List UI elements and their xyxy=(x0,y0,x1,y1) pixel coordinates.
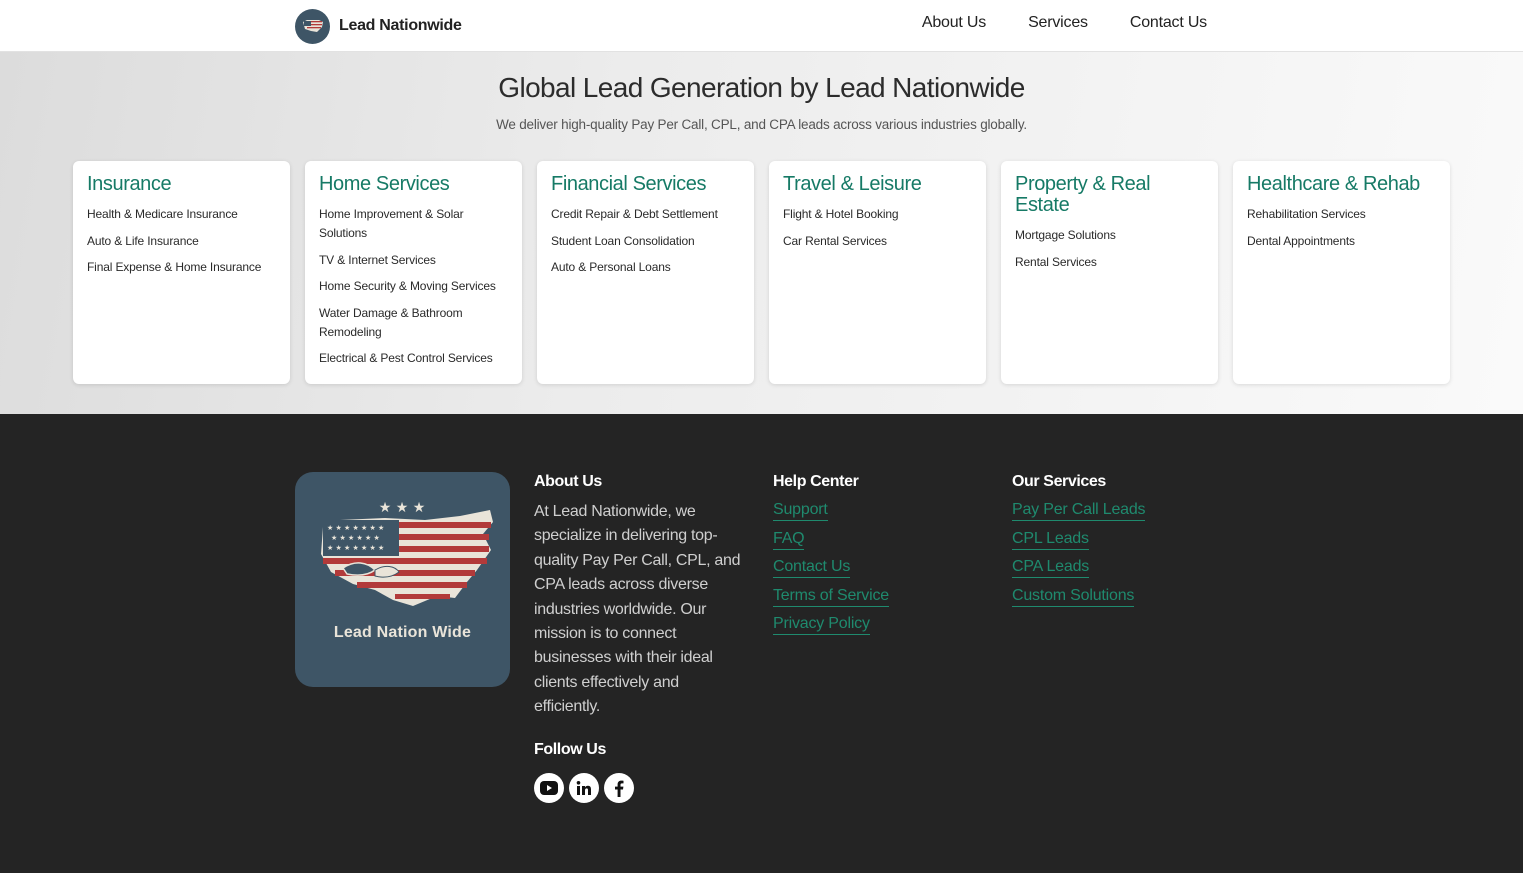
footer-logo-text: Lead Nation Wide xyxy=(333,624,472,641)
footer-link-pay-per-call[interactable]: Pay Per Call Leads xyxy=(1012,500,1146,521)
footer-help-heading: Help Center xyxy=(773,473,859,490)
footer-link-cpa-leads[interactable]: CPA Leads xyxy=(1012,557,1089,578)
card-item: Rental Services xyxy=(1015,254,1097,269)
hero-title: Global Lead Generation by Lead Nationwid… xyxy=(498,72,1025,103)
card-item: Health & Medicare Insurance xyxy=(87,207,238,221)
footer-link-privacy[interactable]: Privacy Policy xyxy=(773,614,870,635)
card-item: Mortgage Solutions xyxy=(1015,228,1116,242)
card-title: Property & Real Estate xyxy=(1015,173,1151,216)
card-item: Auto & Life Insurance xyxy=(87,233,199,248)
footer-link-support[interactable]: Support xyxy=(773,500,828,521)
hero-subtitle: We deliver high-quality Pay Per Call, CP… xyxy=(496,117,1027,132)
card-insurance: Insurance Health & Medicare Insurance Au… xyxy=(73,161,290,384)
brand-name[interactable]: Lead Nationwide xyxy=(339,17,462,35)
footer-link-terms[interactable]: Terms of Service xyxy=(773,586,889,607)
card-item: Credit Repair & Debt Settlement xyxy=(551,207,718,221)
svg-text:★ ★ ★: ★ ★ ★ xyxy=(379,500,426,516)
footer-link-custom-solutions[interactable]: Custom Solutions xyxy=(1012,586,1134,607)
card-item: Student Loan Consolidation xyxy=(551,233,695,248)
card-item: Dental Appointments xyxy=(1247,233,1355,248)
card-financial-services: Financial Services Credit Repair & Debt … xyxy=(537,161,754,384)
nav-services[interactable]: Services xyxy=(1028,14,1088,32)
site-header: Lead Nationwide About Us Services Contac… xyxy=(0,0,1523,52)
nav-about-us[interactable]: About Us xyxy=(922,14,986,32)
card-title: Financial Services xyxy=(551,173,707,195)
card-title: Healthcare & Rehab xyxy=(1247,173,1420,195)
footer-about-heading: About Us xyxy=(534,473,602,490)
footer-help-center: Help Center Support FAQ Contact Us Terms… xyxy=(773,472,889,643)
linkedin-icon[interactable] xyxy=(569,773,599,803)
brand[interactable]: Lead Nationwide xyxy=(295,8,462,44)
site-footer: ★ ★ ★ ★ ★ ★ ★ ★ ★ ★ ★ ★ ★ ★ ★ ★ ★ ★ ★ ★ … xyxy=(0,414,1523,873)
card-item: Electrical & Pest Control Services xyxy=(319,351,493,365)
footer-about-text: At Lead Nationwide, we specialize in del… xyxy=(534,503,741,716)
footer-about: About Us At Lead Nationwide, we speciali… xyxy=(534,472,744,720)
youtube-icon[interactable] xyxy=(534,773,564,803)
footer-link-cpl-leads[interactable]: CPL Leads xyxy=(1012,529,1089,550)
card-item: Flight & Hotel Booking xyxy=(783,207,899,221)
card-healthcare-rehab: Healthcare & Rehab Rehabilitation Servic… xyxy=(1233,161,1450,384)
card-item: Final Expense & Home Insurance xyxy=(87,260,262,274)
card-property-real-estate: Property & Real Estate Mortgage Solution… xyxy=(1001,161,1218,384)
card-home-services: Home Services Home Improvement & Solar S… xyxy=(305,161,522,384)
footer-our-services: Our Services Pay Per Call Leads CPL Lead… xyxy=(1012,472,1146,614)
card-title: Travel & Leisure xyxy=(783,173,922,195)
hero-section: Global Lead Generation by Lead Nationwid… xyxy=(0,52,1523,414)
card-item: Water Damage & Bathroom Remodeling xyxy=(319,305,463,339)
svg-text:★ ★ ★ ★ ★ ★ ★: ★ ★ ★ ★ ★ ★ ★ xyxy=(327,544,384,552)
footer-logo: ★ ★ ★ ★ ★ ★ ★ ★ ★ ★ ★ ★ ★ ★ ★ ★ ★ ★ ★ ★ … xyxy=(295,472,510,687)
nav-contact-us[interactable]: Contact Us xyxy=(1130,14,1207,32)
footer-follow: Follow Us xyxy=(534,741,634,803)
card-travel-leisure: Travel & Leisure Flight & Hotel Booking … xyxy=(769,161,986,384)
industry-cards: Insurance Health & Medicare Insurance Au… xyxy=(73,161,1450,384)
usa-flag-handshake-icon: ★ ★ ★ ★ ★ ★ ★ ★ ★ ★ ★ ★ ★ ★ ★ ★ ★ ★ ★ ★ … xyxy=(321,500,493,606)
card-item: Rehabilitation Services xyxy=(1247,207,1366,221)
social-links xyxy=(534,773,634,803)
card-item: Home Security & Moving Services xyxy=(319,279,496,293)
svg-text:★ ★ ★ ★ ★ ★ ★: ★ ★ ★ ★ ★ ★ ★ xyxy=(327,524,384,532)
card-item: Car Rental Services xyxy=(783,233,887,248)
card-item: TV & Internet Services xyxy=(319,252,436,267)
brand-logo-icon[interactable] xyxy=(295,8,330,44)
footer-services-heading: Our Services xyxy=(1012,473,1106,490)
card-title: Home Services xyxy=(319,173,450,195)
svg-text:★ ★ ★ ★ ★ ★: ★ ★ ★ ★ ★ ★ xyxy=(331,534,380,542)
footer-link-faq[interactable]: FAQ xyxy=(773,529,805,550)
facebook-icon[interactable] xyxy=(604,773,634,803)
follow-heading: Follow Us xyxy=(534,741,606,758)
footer-link-contact-us[interactable]: Contact Us xyxy=(773,557,850,578)
card-item: Auto & Personal Loans xyxy=(551,260,671,274)
card-item: Home Improvement & Solar Solutions xyxy=(319,207,464,240)
main-nav: About Us Services Contact Us xyxy=(922,14,1207,32)
card-title: Insurance xyxy=(87,173,172,195)
